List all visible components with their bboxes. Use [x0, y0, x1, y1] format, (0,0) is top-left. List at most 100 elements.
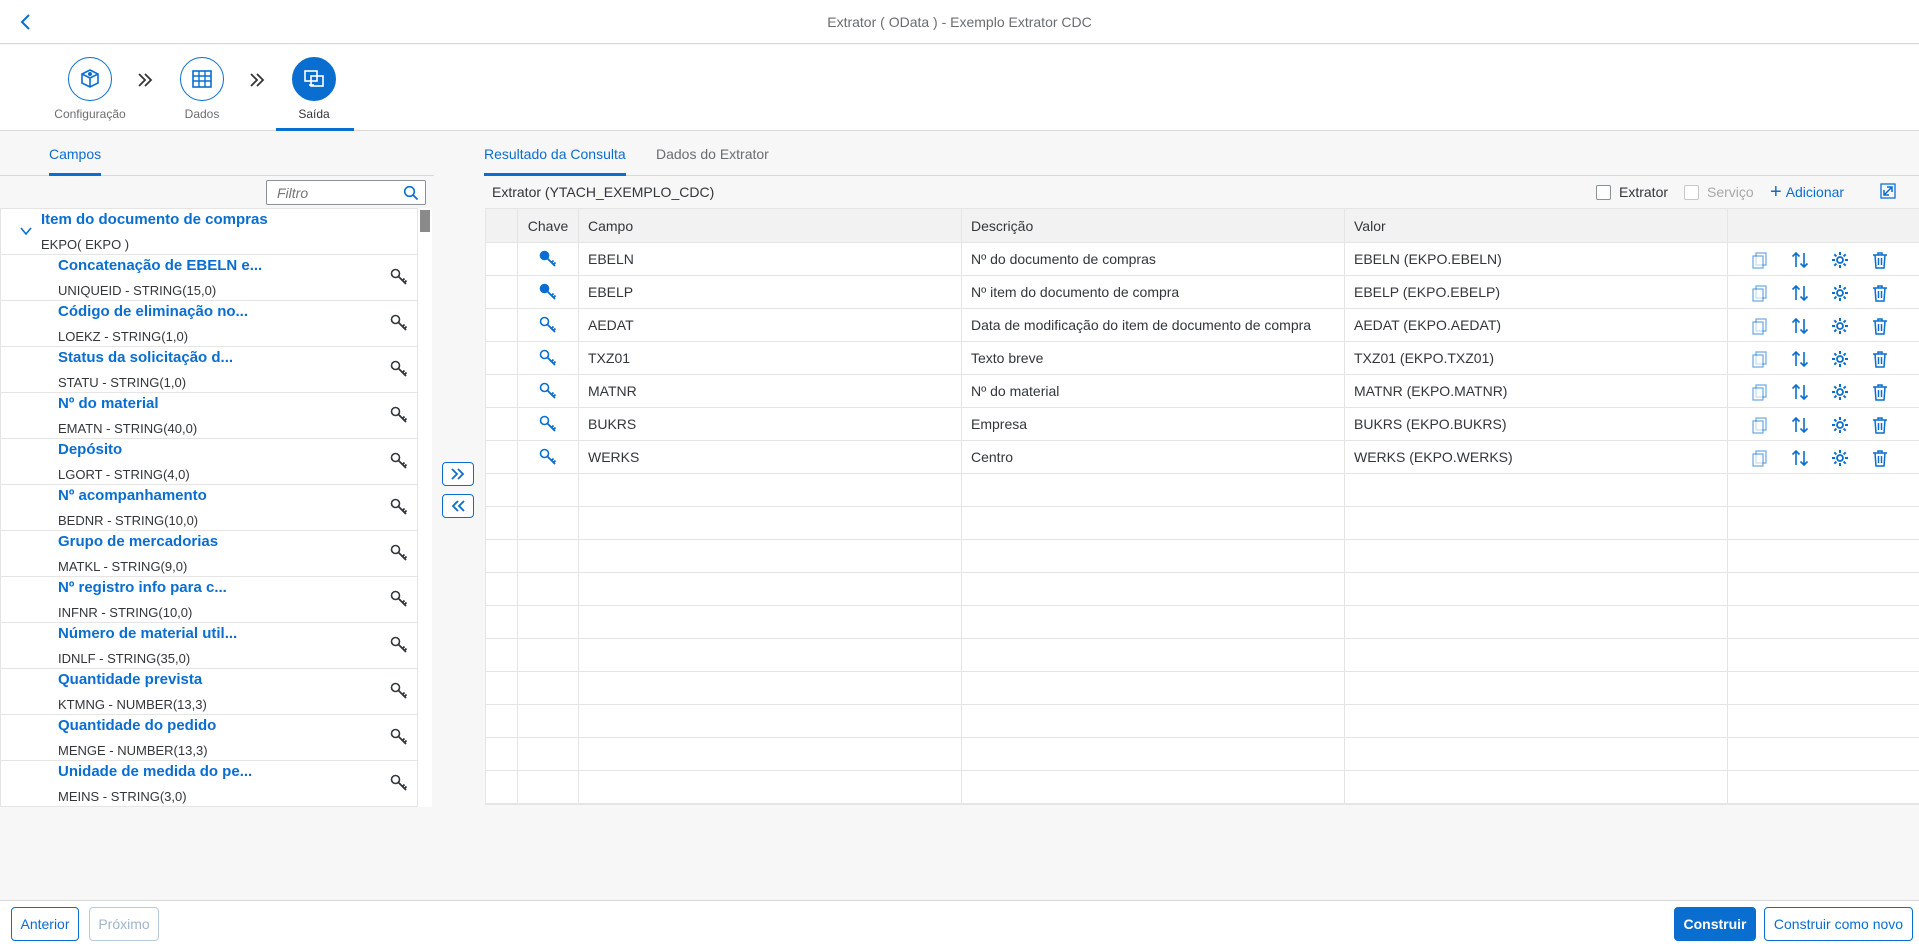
tree-field-item[interactable]: Grupo de mercadorias MATKL - STRING(9,0)	[1, 531, 417, 577]
sort-icon[interactable]	[1790, 448, 1810, 468]
column-header-campo[interactable]: Campo	[579, 209, 962, 242]
delete-icon[interactable]	[1870, 415, 1890, 435]
delete-icon[interactable]	[1870, 349, 1890, 369]
copy-icon[interactable]	[1750, 283, 1770, 303]
copy-icon[interactable]	[1750, 250, 1770, 270]
gear-icon[interactable]	[1830, 415, 1850, 435]
row-selector[interactable]	[486, 309, 518, 341]
key-icon[interactable]	[389, 543, 409, 563]
column-header-valor[interactable]: Valor	[1345, 209, 1728, 242]
key-icon[interactable]	[538, 381, 558, 401]
row-selector[interactable]	[486, 375, 518, 407]
checkbox-box[interactable]	[1596, 184, 1611, 200]
gear-icon[interactable]	[1830, 382, 1850, 402]
copy-icon[interactable]	[1750, 316, 1770, 336]
tree-field-item[interactable]: Depósito LGORT - STRING(4,0)	[1, 439, 417, 485]
key-icon[interactable]	[538, 414, 558, 434]
row-selector[interactable]	[486, 408, 518, 440]
key-cell[interactable]	[518, 276, 579, 308]
sort-icon[interactable]	[1790, 283, 1810, 303]
row-selector[interactable]	[486, 342, 518, 374]
row-selector[interactable]	[486, 441, 518, 473]
fullscreen-icon[interactable]	[1878, 181, 1898, 201]
tree-field-item[interactable]: Nº registro info para c... INFNR - STRING…	[1, 577, 417, 623]
tree-scrollbar[interactable]	[418, 208, 432, 807]
tree-field-item[interactable]: Quantidade prevista KTMNG - NUMBER(13,3)	[1, 669, 417, 715]
gear-icon[interactable]	[1830, 283, 1850, 303]
column-header-chave[interactable]: Chave	[518, 209, 579, 242]
key-cell[interactable]	[518, 408, 579, 440]
wizard-step-dados[interactable]: Dados	[147, 57, 257, 121]
tree-field-item[interactable]: Código de eliminação no... LOEKZ - STRING…	[1, 301, 417, 347]
key-icon[interactable]	[538, 315, 558, 335]
key-cell[interactable]	[518, 375, 579, 407]
tree-field-item[interactable]: Nº acompanhamento BEDNR - STRING(10,0)	[1, 485, 417, 531]
tree-field-item[interactable]: Unidade de medida do pe... MEINS - STRING…	[1, 761, 417, 806]
search-icon[interactable]	[403, 185, 419, 201]
sort-icon[interactable]	[1790, 349, 1810, 369]
tree-field-item[interactable]: Nº do material EMATN - STRING(40,0)	[1, 393, 417, 439]
key-icon[interactable]	[389, 589, 409, 609]
key-filled-icon[interactable]	[538, 249, 558, 269]
key-icon[interactable]	[389, 727, 409, 747]
anterior-button[interactable]: Anterior	[11, 907, 79, 941]
delete-icon[interactable]	[1870, 283, 1890, 303]
chevron-down-icon[interactable]	[19, 224, 33, 238]
key-icon[interactable]	[389, 405, 409, 425]
key-icon[interactable]	[389, 773, 409, 793]
copy-icon[interactable]	[1750, 415, 1770, 435]
key-icon[interactable]	[389, 267, 409, 287]
scrollbar-thumb[interactable]	[420, 210, 430, 232]
tree-group-header[interactable]: Item do documento de compras EKPO( EKPO …	[1, 209, 417, 255]
sort-icon[interactable]	[1790, 250, 1810, 270]
add-button[interactable]: + Adicionar	[1770, 182, 1844, 202]
key-icon[interactable]	[389, 451, 409, 471]
tree-field-item[interactable]: Número de material util... IDNLF - STRING…	[1, 623, 417, 669]
key-cell[interactable]	[518, 342, 579, 374]
key-icon[interactable]	[389, 497, 409, 517]
move-right-button[interactable]	[442, 462, 474, 486]
delete-icon[interactable]	[1870, 448, 1890, 468]
key-filled-icon[interactable]	[538, 282, 558, 302]
gear-icon[interactable]	[1830, 250, 1850, 270]
tab-dados-extrator[interactable]: Dados do Extrator	[656, 146, 769, 173]
tree-field-item[interactable]: Quantidade do pedido MENGE - NUMBER(13,3)	[1, 715, 417, 761]
key-icon[interactable]	[538, 348, 558, 368]
gear-icon[interactable]	[1830, 316, 1850, 336]
copy-icon[interactable]	[1750, 448, 1770, 468]
sort-icon[interactable]	[1790, 415, 1810, 435]
delete-icon[interactable]	[1870, 316, 1890, 336]
key-icon[interactable]	[389, 681, 409, 701]
tab-campos[interactable]: Campos	[49, 146, 102, 176]
row-selector[interactable]	[486, 276, 518, 308]
sort-icon[interactable]	[1790, 316, 1810, 336]
row-selector[interactable]	[486, 243, 518, 275]
copy-icon[interactable]	[1750, 382, 1770, 402]
key-icon[interactable]	[389, 359, 409, 379]
extrator-checkbox[interactable]: Extrator	[1596, 184, 1668, 200]
key-cell[interactable]	[518, 243, 579, 275]
delete-icon[interactable]	[1870, 382, 1890, 402]
key-icon[interactable]	[538, 447, 558, 467]
move-left-button[interactable]	[442, 494, 474, 518]
key-cell[interactable]	[518, 309, 579, 341]
gear-icon[interactable]	[1830, 349, 1850, 369]
copy-icon[interactable]	[1750, 349, 1770, 369]
key-icon[interactable]	[389, 635, 409, 655]
key-cell[interactable]	[518, 441, 579, 473]
key-icon[interactable]	[389, 313, 409, 333]
delete-icon[interactable]	[1870, 250, 1890, 270]
construir-como-novo-button[interactable]: Construir como novo	[1764, 907, 1913, 941]
tab-resultado-consulta[interactable]: Resultado da Consulta	[484, 146, 626, 176]
filter-input[interactable]	[267, 181, 392, 204]
tree-field-item[interactable]: Status da solicitação d... STATU - STRING…	[1, 347, 417, 393]
filter-field[interactable]	[266, 180, 426, 205]
wizard-step-configuracao[interactable]: Configuração	[35, 57, 145, 121]
row-actions	[1728, 441, 1919, 473]
wizard-step-saida[interactable]: Saída	[259, 57, 369, 121]
column-header-descricao[interactable]: Descrição	[962, 209, 1345, 242]
construir-button[interactable]: Construir	[1674, 907, 1756, 941]
tree-field-item[interactable]: Concatenação de EBELN e... UNIQUEID - STR…	[1, 255, 417, 301]
gear-icon[interactable]	[1830, 448, 1850, 468]
sort-icon[interactable]	[1790, 382, 1810, 402]
